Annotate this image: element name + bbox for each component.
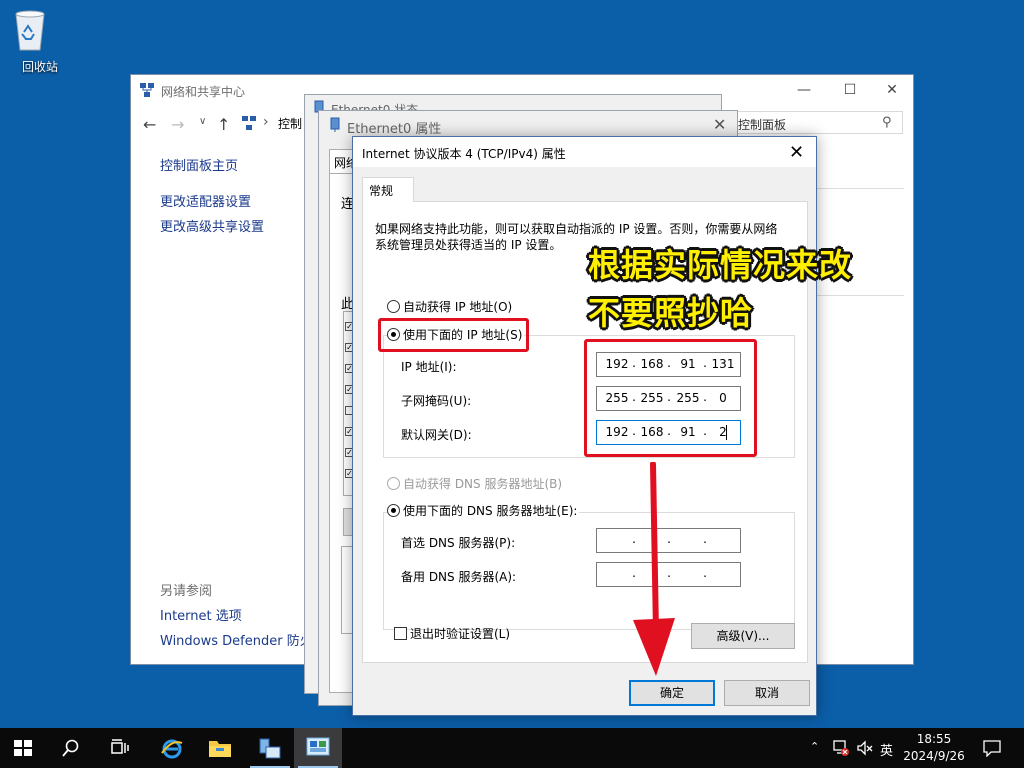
server-manager-button[interactable] [246,728,294,768]
window-title: 网络和共享中心 [161,85,246,99]
notification-center-icon[interactable] [983,739,1001,757]
network-center-icon [139,82,155,98]
task-view-icon [108,737,130,759]
tab-general[interactable]: 常规 [362,177,414,202]
search-placeholder: 控制面板 [738,118,787,132]
recycle-bin-label: 回收站 [21,60,58,74]
clock[interactable]: 18:55 2024/9/26 [902,731,966,765]
server-manager-icon [258,737,282,761]
tab-label: 常规 [369,184,394,198]
file-explorer-button[interactable] [196,728,244,768]
link-advanced-sharing-settings[interactable]: 更改高级共享设置 [160,216,264,235]
windows-logo-icon [12,737,34,759]
radio-manual-dns[interactable]: 使用下面的 DNS 服务器地址(E): [387,502,580,519]
breadcrumb-chevron-icon[interactable]: › [263,114,269,130]
volume-muted-icon[interactable] [856,739,874,757]
search-button[interactable] [48,728,96,768]
recycle-bin-icon [8,6,72,52]
dialog-titlebar: Internet 协议版本 4 (TCP/IPv4) 属性 ✕ [353,137,816,167]
recycle-bin[interactable]: 回收站 [8,6,72,75]
checkbox[interactable] [394,627,407,640]
link-control-panel-home[interactable]: 控制面板主页 [160,155,238,174]
minimize-button[interactable]: — [781,75,827,105]
dialog-title: Internet 协议版本 4 (TCP/IPv4) 属性 [362,147,566,161]
link-change-adapter-settings[interactable]: 更改适配器设置 [160,191,251,210]
radio-label: 使用下面的 DNS 服务器地址(E): [403,504,578,518]
advanced-button[interactable]: 高级(V)... [691,623,795,649]
maximize-button[interactable]: ☐ [827,75,873,105]
window-title: Ethernet0 属性 [347,122,442,137]
task-view-button[interactable] [96,728,144,768]
close-icon[interactable]: ✕ [713,115,726,134]
radio-button[interactable] [387,300,400,313]
search-input[interactable]: 控制面板 ⚲ [721,111,903,134]
ip-address-label: IP 地址(I): [401,360,457,374]
checkbox-label: 退出时验证设置(L) [410,627,511,641]
recent-locations-chevron-icon[interactable]: ∨ [199,116,206,127]
radio-button-selected[interactable] [387,504,400,517]
clock-date: 2024/9/26 [903,749,965,763]
show-hidden-icons-chevron-icon[interactable]: ⌃ [810,740,819,753]
radio-button-disabled[interactable] [387,477,400,490]
network-status-icon[interactable] [832,739,850,757]
internet-explorer-icon [160,737,184,761]
radio-auto-ip[interactable]: 自动获得 IP 地址(O) [387,298,512,315]
breadcrumb[interactable]: 控制 [278,115,302,132]
input-method-indicator[interactable]: 英 [880,740,893,759]
back-arrow-icon[interactable]: ← [143,115,156,134]
cancel-button[interactable]: 取消 [724,680,810,706]
internet-explorer-button[interactable] [148,728,196,768]
start-button[interactable] [0,728,48,768]
radio-label: 自动获得 DNS 服务器地址(B) [403,477,563,491]
taskbar: ⌃ 英 18:55 2024/9/26 [0,728,1024,768]
link-internet-options[interactable]: Internet 选项 [160,605,242,624]
search-icon: ⚲ [882,115,892,130]
close-button[interactable]: ✕ [869,75,915,105]
close-icon[interactable]: ✕ [789,142,804,163]
preferred-dns-label: 首选 DNS 服务器(P): [401,536,516,550]
subnet-mask-label: 子网掩码(U): [401,394,472,408]
radio-auto-dns[interactable]: 自动获得 DNS 服务器地址(B) [387,475,562,492]
alternate-dns-label: 备用 DNS 服务器(A): [401,570,517,584]
search-icon [60,737,82,759]
red-arrow-icon [623,462,683,682]
highlight-manual-ip-radio [378,318,529,352]
annotation-line-2: 不要照抄哈 [588,294,754,332]
radio-label: 自动获得 IP 地址(O) [403,300,513,314]
ipv4-properties-dialog: Internet 协议版本 4 (TCP/IPv4) 属性 ✕ 常规 如果网络支… [352,136,851,716]
link-windows-defender-firewall[interactable]: Windows Defender 防火 [160,630,313,649]
ok-button[interactable]: 确定 [629,680,715,706]
forward-arrow-icon[interactable]: → [171,115,184,134]
annotation-line-1: 根据实际情况来改 [588,246,853,284]
default-gateway-label: 默认网关(D): [401,428,472,442]
up-arrow-icon[interactable]: ↑ [217,115,230,134]
highlight-ip-fields [584,339,757,457]
clock-time: 18:55 [916,732,952,746]
validate-settings-checkbox[interactable]: 退出时验证设置(L) [394,625,510,642]
control-panel-icon [241,115,257,131]
folder-icon [208,737,232,759]
control-panel-icon [306,737,330,759]
control-panel-taskbar-button[interactable] [294,728,342,768]
see-also-heading: 另请参阅 [160,584,213,599]
network-adapter-icon [329,117,341,133]
